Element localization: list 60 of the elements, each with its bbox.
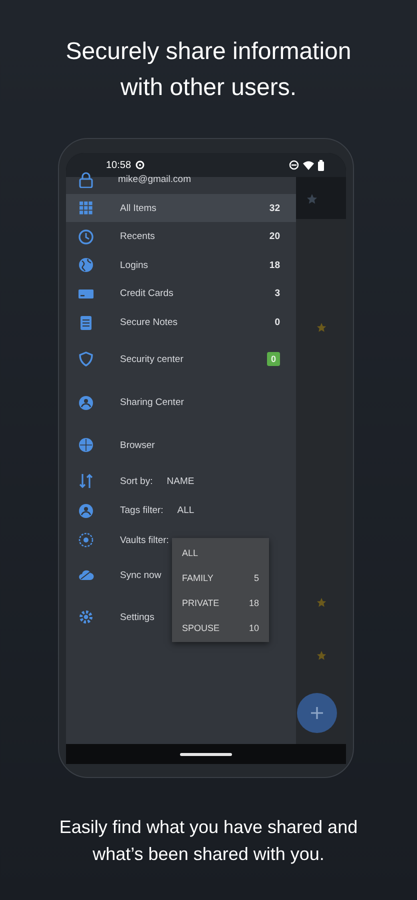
vault-option[interactable]: PRIVATE 18	[172, 590, 269, 615]
lock-icon	[79, 172, 93, 188]
item-count: 18	[269, 260, 280, 270]
item-count: 3	[274, 288, 280, 299]
menu-value: ALL	[177, 505, 194, 516]
do-not-disturb-icon	[289, 160, 299, 170]
headline: Securely share information with other users.	[64, 37, 352, 103]
add-button[interactable]	[297, 693, 337, 733]
menu-label: Secure Notes	[120, 317, 178, 328]
menu-label: Sharing Center	[120, 397, 184, 408]
shield-icon	[78, 351, 94, 367]
clock-icon	[78, 228, 94, 244]
grid-icon	[78, 200, 94, 216]
menu-item[interactable]: Browser	[66, 424, 155, 466]
menu-item[interactable]: Vaults filter:	[66, 525, 169, 555]
star-icon	[316, 650, 327, 661]
menu-item[interactable]: All Items 32	[66, 194, 296, 222]
status-time: 10:58	[106, 160, 132, 170]
menu-label: Browser	[120, 440, 155, 450]
battery-icon	[318, 160, 324, 170]
menu-label: Recents	[120, 231, 155, 242]
menu-label: Credit Cards	[120, 288, 174, 299]
menu-item[interactable]: Sharing Center	[66, 381, 184, 424]
menu-item[interactable]: Recents 20	[66, 222, 296, 251]
vault-option[interactable]: ALL	[172, 540, 269, 565]
menu-item[interactable]: Sort by: NAME	[66, 466, 194, 496]
count-badge: 0	[266, 352, 280, 366]
menu-item[interactable]: Security center 0	[66, 337, 296, 381]
note-icon	[78, 314, 94, 330]
item-count: 20	[269, 231, 280, 242]
menu-label: Sync now	[120, 570, 162, 580]
menu-item[interactable]: Settings	[66, 595, 154, 639]
menu-label: Settings	[120, 612, 154, 622]
wifi-icon	[303, 160, 314, 170]
settings-icon	[78, 609, 94, 625]
caption: Easily find what you have shared and what’s been shared with you.	[58, 816, 359, 866]
item-count: 0	[274, 317, 280, 328]
menu-label: Vaults filter:	[120, 534, 169, 546]
menu-label: All Items	[120, 202, 156, 214]
star-icon	[316, 322, 327, 333]
menu-item[interactable]: Sync now	[66, 555, 162, 595]
vault-option[interactable]: SPOUSE 10	[172, 615, 269, 640]
people-icon	[78, 394, 94, 410]
star-icon	[306, 193, 318, 205]
menu-item[interactable]: Logins 18	[66, 251, 296, 279]
menu-item[interactable]: Credit Cards 3	[66, 279, 296, 308]
menu-label: Security center	[120, 354, 184, 364]
menu-label: Sort by:	[120, 476, 153, 486]
menu-item[interactable]: Secure Notes 0	[66, 308, 296, 337]
vault-option[interactable]: FAMILY 5	[172, 565, 269, 590]
menu-value: NAME	[166, 476, 194, 486]
sort-icon	[78, 473, 94, 489]
item-count: 32	[269, 202, 280, 214]
star-icon	[316, 597, 327, 608]
home-indicator[interactable]	[180, 752, 232, 756]
menu-label: Tags filter:	[120, 505, 164, 516]
menu-item[interactable]: Tags filter: ALL	[66, 496, 194, 525]
menu-label: Logins	[120, 260, 148, 270]
account-email: mike@gmail.com	[118, 174, 191, 185]
globe-icon	[78, 257, 94, 273]
